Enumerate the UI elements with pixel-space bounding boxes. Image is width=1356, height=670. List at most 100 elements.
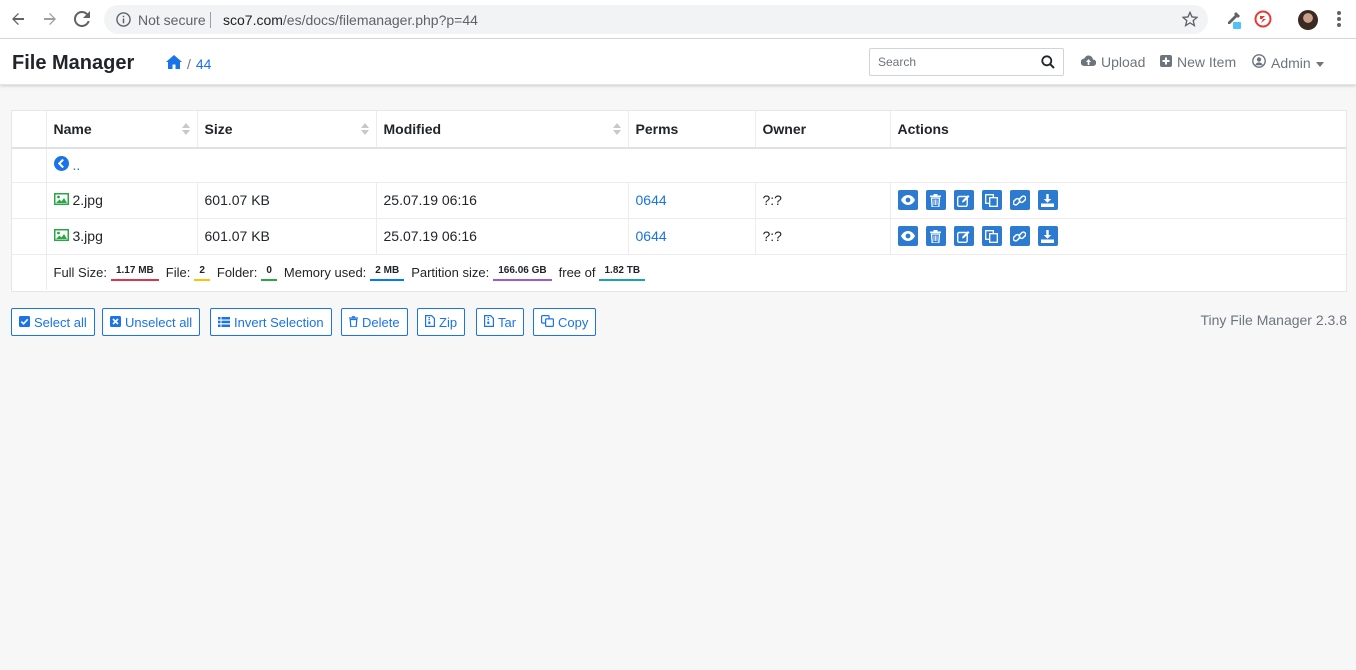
breadcrumb-folder[interactable]: 44 bbox=[196, 56, 212, 72]
profile-avatar[interactable] bbox=[1298, 10, 1318, 30]
select-cell[interactable] bbox=[12, 182, 47, 218]
file-name-cell[interactable]: 2.jpg bbox=[46, 182, 198, 218]
caret-down-icon bbox=[1315, 55, 1324, 71]
select-column-header bbox=[12, 111, 47, 148]
security-label: Not secure bbox=[138, 12, 206, 28]
column-header-perms: Perms bbox=[628, 111, 756, 148]
star-icon[interactable] bbox=[1181, 10, 1199, 30]
copy-icon[interactable] bbox=[981, 226, 1002, 246]
summary-row: Full Size: 1.17 MB File: 2 Folder: 0 Mem… bbox=[12, 254, 1346, 290]
select-cell[interactable] bbox=[12, 218, 47, 254]
user-circle-icon bbox=[1252, 54, 1266, 71]
copy-icon[interactable] bbox=[981, 190, 1002, 210]
column-header-size[interactable]: Size bbox=[197, 111, 377, 148]
extension-icon[interactable] bbox=[1254, 10, 1272, 31]
sort-icon bbox=[360, 123, 369, 135]
parent-link-cell[interactable]: .. bbox=[46, 148, 1346, 182]
full-size-label: Full Size: bbox=[53, 264, 107, 280]
full-size-badge: 1.17 MB bbox=[110, 264, 159, 281]
new-item-label: New Item bbox=[1177, 54, 1237, 70]
memory-label: Memory used: bbox=[283, 264, 367, 280]
sort-icon bbox=[181, 123, 190, 135]
table-row[interactable]: 2.jpg 601.07 KB 25.07.19 06:16 0644 ?:? bbox=[12, 182, 1346, 218]
brand-title[interactable]: File Manager bbox=[12, 52, 134, 75]
tar-button[interactable]: Tar bbox=[476, 308, 525, 336]
column-header-actions: Actions bbox=[897, 121, 949, 137]
new-item-link[interactable]: New Item bbox=[1160, 54, 1236, 70]
partition-label: Partition size: bbox=[411, 264, 490, 280]
parent-link-label: .. bbox=[72, 157, 81, 174]
column-header-modified[interactable]: Modified bbox=[376, 111, 629, 148]
zip-button[interactable]: Zip bbox=[417, 308, 466, 336]
file-count-label: File: bbox=[165, 264, 191, 280]
archive-file-icon bbox=[484, 314, 494, 330]
search-icon[interactable] bbox=[1041, 55, 1055, 72]
copy-button[interactable]: Copy bbox=[533, 308, 597, 336]
info-icon[interactable] bbox=[116, 12, 131, 30]
zip-label: Zip bbox=[439, 314, 458, 330]
table-row[interactable]: 3.jpg 601.07 KB 25.07.19 06:16 0644 ?:? bbox=[12, 218, 1346, 254]
app-navbar: File Manager / 44 Upload New Item Admin bbox=[0, 39, 1356, 85]
memory-badge: 2 MB bbox=[370, 264, 405, 281]
home-icon[interactable] bbox=[166, 55, 182, 72]
file-size: 601.07 KB bbox=[197, 182, 377, 218]
file-size: 601.07 KB bbox=[197, 218, 377, 254]
url-host: sco7.com bbox=[223, 12, 283, 28]
image-file-icon bbox=[53, 228, 69, 244]
app-version: Tiny File Manager 2.3.8 bbox=[1200, 312, 1347, 328]
download-icon[interactable] bbox=[1037, 190, 1058, 210]
chevron-left-circle-icon bbox=[53, 156, 69, 174]
trash-icon[interactable] bbox=[925, 226, 946, 246]
upload-link[interactable]: Upload bbox=[1080, 54, 1145, 70]
link-icon[interactable] bbox=[1009, 190, 1030, 210]
select-all-button[interactable]: Select all bbox=[11, 308, 95, 336]
file-perms-link[interactable]: 0644 bbox=[628, 218, 756, 254]
download-icon[interactable] bbox=[1037, 226, 1058, 246]
list-icon bbox=[218, 315, 230, 330]
url-text[interactable]: sco7.com/es/docs/filemanager.php?p=44 bbox=[223, 12, 478, 28]
file-count-badge: 2 bbox=[194, 264, 210, 281]
file-perms-link[interactable]: 0644 bbox=[628, 182, 756, 218]
dropper-extension-icon[interactable] bbox=[1222, 10, 1242, 33]
browser-menu-icon[interactable] bbox=[1337, 11, 1341, 27]
reload-icon[interactable] bbox=[72, 9, 92, 29]
trash-icon bbox=[349, 315, 358, 330]
search-box bbox=[869, 48, 1064, 76]
breadcrumb-separator: / bbox=[187, 55, 191, 72]
archive-file-icon bbox=[425, 314, 435, 330]
breadcrumb: / 44 bbox=[166, 55, 211, 72]
actions-cell bbox=[890, 182, 1346, 218]
forward-arrow-icon[interactable] bbox=[40, 9, 60, 29]
divider bbox=[210, 12, 211, 28]
invert-selection-button[interactable]: Invert Selection bbox=[210, 308, 332, 336]
table-header-row: Name Size Modified Perms Owner Actions bbox=[12, 111, 1346, 148]
delete-button[interactable]: Delete bbox=[341, 308, 408, 336]
eye-icon[interactable] bbox=[897, 226, 918, 246]
column-header-owner: Owner bbox=[755, 111, 891, 148]
file-table-card: Name Size Modified Perms Owner Actions .… bbox=[11, 110, 1347, 292]
edit-icon[interactable] bbox=[953, 190, 974, 210]
summary-cell: Full Size: 1.17 MB File: 2 Folder: 0 Mem… bbox=[46, 254, 1346, 290]
file-owner: ?:? bbox=[755, 182, 891, 218]
unselect-all-button[interactable]: Unselect all bbox=[102, 308, 201, 336]
file-name[interactable]: 3.jpg bbox=[73, 228, 103, 244]
column-header-name[interactable]: Name bbox=[46, 111, 198, 148]
sort-icon bbox=[612, 123, 621, 135]
file-name-cell[interactable]: 3.jpg bbox=[46, 218, 198, 254]
select-all-label: Select all bbox=[34, 314, 87, 330]
trash-icon[interactable] bbox=[925, 190, 946, 210]
tar-label: Tar bbox=[498, 314, 517, 330]
copy-label: Copy bbox=[558, 314, 589, 330]
file-table: Name Size Modified Perms Owner Actions .… bbox=[12, 111, 1346, 290]
link-icon[interactable] bbox=[1009, 226, 1030, 246]
admin-dropdown[interactable]: Admin bbox=[1252, 54, 1324, 71]
edit-icon[interactable] bbox=[953, 226, 974, 246]
file-name[interactable]: 2.jpg bbox=[73, 192, 103, 208]
address-bar[interactable]: Not secure sco7.com/es/docs/filemanager.… bbox=[104, 5, 1208, 34]
cloud-upload-icon bbox=[1080, 54, 1097, 70]
free-label: free of bbox=[558, 264, 596, 280]
eye-icon[interactable] bbox=[897, 190, 918, 210]
parent-link[interactable]: .. bbox=[53, 156, 1340, 174]
search-input[interactable] bbox=[870, 49, 1030, 75]
back-arrow-icon[interactable] bbox=[8, 9, 28, 29]
